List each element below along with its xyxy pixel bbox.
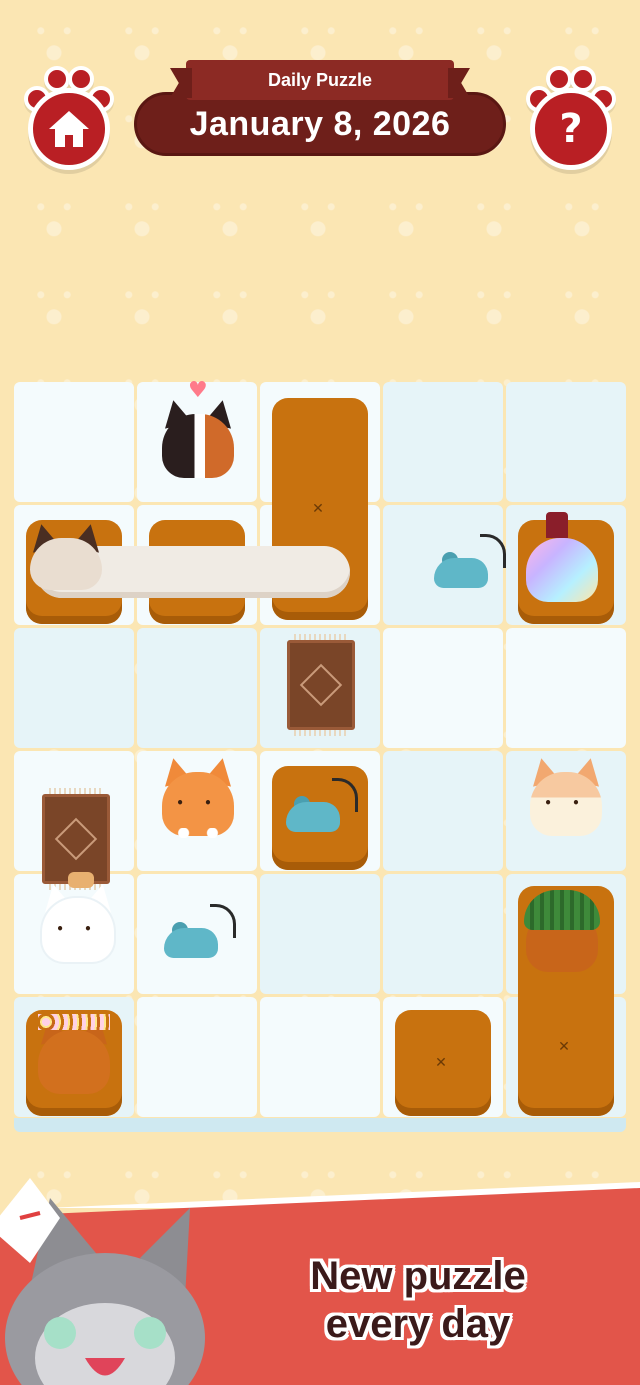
promo-line-2: every day xyxy=(325,1302,511,1346)
board-cell[interactable] xyxy=(383,382,503,502)
home-icon xyxy=(40,100,98,158)
question-mark-icon: ? xyxy=(559,106,583,152)
cat-body xyxy=(38,1030,110,1094)
white-cat[interactable]: • • xyxy=(36,870,120,966)
cat-face: • • xyxy=(176,796,220,810)
rug[interactable] xyxy=(287,634,355,736)
heart-icon: ♥ xyxy=(188,378,208,403)
mouse[interactable] xyxy=(286,778,358,832)
cream-cat[interactable]: • • xyxy=(524,744,608,840)
board-cell[interactable] xyxy=(260,997,380,1117)
home-button[interactable] xyxy=(16,62,122,172)
mouse[interactable] xyxy=(434,534,506,588)
cat-face: • • xyxy=(544,796,588,810)
board-cell[interactable] xyxy=(14,628,134,748)
board-cell[interactable] xyxy=(383,751,503,871)
promo-line-1: New puzzle xyxy=(310,1254,526,1298)
mouse[interactable] xyxy=(164,904,236,958)
pancake-hat-icon xyxy=(68,872,94,888)
daily-puzzle-ribbon: Daily Puzzle xyxy=(186,60,454,100)
rug-pattern xyxy=(299,663,343,707)
flower-crown-cat[interactable] xyxy=(32,1002,116,1098)
rainbow-cat[interactable] xyxy=(520,510,604,606)
help-button[interactable]: ? xyxy=(518,62,624,172)
rug-pattern xyxy=(54,817,98,861)
board-cell[interactable] xyxy=(260,874,380,994)
gray-tabby-mascot xyxy=(0,1168,220,1385)
cushion-stitch: ✕ xyxy=(312,501,328,517)
calico-cat[interactable]: ♥ xyxy=(156,378,240,482)
cat-body xyxy=(162,414,234,478)
paw-pad: ? xyxy=(530,88,612,170)
watermelon-hat-icon xyxy=(524,890,600,930)
promo-headline: New puzzle every day xyxy=(268,1252,568,1348)
cushion[interactable]: ✕ xyxy=(395,1010,491,1116)
board-cell[interactable] xyxy=(506,628,626,748)
cat-face: • • xyxy=(56,922,100,936)
watermelon-hat-cat[interactable] xyxy=(520,880,604,976)
puzzle-date: January 8, 2026 xyxy=(134,92,506,156)
cat-paws xyxy=(174,828,222,838)
orange-tabby-cat[interactable]: • • xyxy=(156,744,240,840)
fez-hat-icon xyxy=(546,512,568,538)
board-cell[interactable] xyxy=(383,628,503,748)
board-cell[interactable] xyxy=(383,874,503,994)
cushion-stitch: ✕ xyxy=(558,1039,574,1055)
paw-pad xyxy=(28,88,110,170)
board-cell[interactable] xyxy=(137,997,257,1117)
cat-body xyxy=(526,538,598,602)
flower-crown-icon xyxy=(38,1014,110,1030)
cushion-stitch: ✕ xyxy=(435,1055,451,1071)
board-cell[interactable] xyxy=(506,382,626,502)
cat-face xyxy=(30,538,102,590)
board-cell[interactable] xyxy=(137,628,257,748)
puzzle-board: ✕ ✕ ✕ ♥ • • • • • • xyxy=(14,378,626,1132)
board-cell[interactable] xyxy=(14,382,134,502)
siamese-cat-head xyxy=(24,510,108,606)
board-edge xyxy=(14,1118,626,1132)
